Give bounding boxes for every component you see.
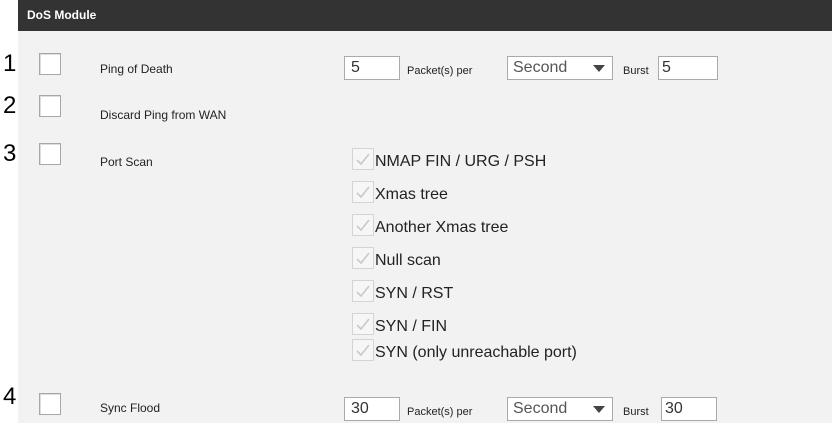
sync-flood-checkbox[interactable] (39, 393, 61, 415)
ping-of-death-burst-input[interactable]: 5 (658, 56, 718, 80)
chevron-down-icon (593, 406, 605, 413)
sync-flood-label: Sync Flood (100, 401, 161, 415)
discard-ping-wan-checkbox[interactable] (39, 95, 61, 117)
module-title: DoS Module (27, 8, 97, 22)
sync-flood-unit-value: Second (513, 400, 568, 417)
ping-of-death-packets-label: Packet(s) per (407, 65, 473, 77)
ping-of-death-unit-value: Second (513, 59, 568, 76)
checkmark-icon (356, 344, 370, 357)
row-number-3: 3 (3, 140, 17, 167)
row-number-4: 4 (3, 383, 17, 410)
port-scan-label: Port Scan (100, 155, 153, 169)
port-scan-option-checkbox[interactable] (352, 313, 374, 335)
sync-flood-unit-select[interactable]: Second (507, 397, 613, 421)
port-scan-option-checkbox[interactable] (352, 214, 374, 236)
chevron-down-icon (593, 65, 605, 72)
port-scan-option-label: NMAP FIN / URG / PSH (375, 153, 547, 170)
port-scan-checkbox[interactable] (39, 143, 61, 165)
port-scan-option-label: Xmas tree (375, 186, 448, 203)
checkmark-icon (356, 153, 370, 166)
port-scan-option-label: SYN (only unreachable port) (375, 344, 577, 361)
port-scan-option-label: SYN / FIN (375, 318, 448, 335)
checkmark-icon (356, 186, 370, 199)
port-scan-option-label: SYN / RST (375, 285, 454, 302)
ping-of-death-label: Ping of Death (100, 62, 173, 76)
port-scan-option-label: Null scan (375, 252, 441, 269)
port-scan-option-checkbox[interactable] (352, 247, 374, 269)
row-number-2: 2 (3, 92, 17, 119)
checkmark-icon (356, 219, 370, 232)
ping-of-death-burst-label: Burst (623, 65, 649, 77)
checkmark-icon (356, 318, 370, 331)
ping-of-death-packets-input[interactable]: 5 (344, 56, 400, 80)
ping-of-death-unit-select[interactable]: Second (507, 56, 613, 80)
port-scan-option-checkbox[interactable] (352, 339, 374, 361)
ping-of-death-checkbox[interactable] (39, 53, 61, 75)
sync-flood-burst-input[interactable]: 30 (661, 397, 717, 421)
discard-ping-wan-label: Discard Ping from WAN (100, 108, 227, 122)
module-header: DoS Module (18, 0, 832, 31)
checkmark-icon (356, 285, 370, 298)
row-number-1: 1 (3, 50, 17, 77)
checkmark-icon (356, 252, 370, 265)
port-scan-option-checkbox[interactable] (352, 280, 374, 302)
sync-flood-packets-label: Packet(s) per (407, 406, 473, 418)
sync-flood-burst-label: Burst (623, 406, 649, 418)
port-scan-option-checkbox[interactable] (352, 181, 374, 203)
sync-flood-packets-input[interactable]: 30 (344, 397, 400, 421)
port-scan-option-checkbox[interactable] (352, 148, 374, 170)
port-scan-option-label: Another Xmas tree (375, 219, 509, 236)
